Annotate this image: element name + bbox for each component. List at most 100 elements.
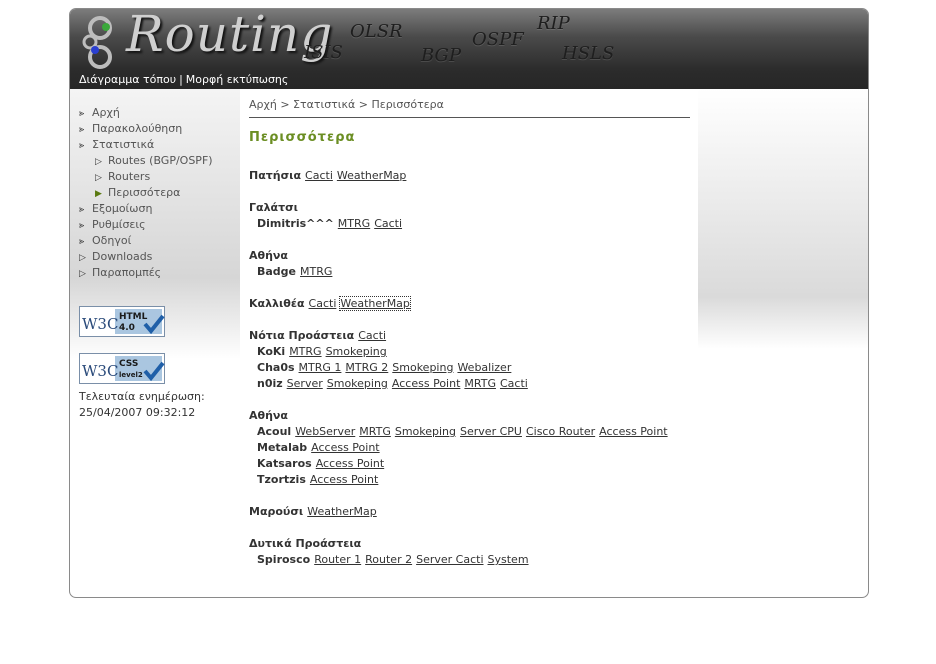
site-row: Καλλιθέα Cacti WeatherMap <box>249 296 411 311</box>
sidebar-item-settings[interactable]: ⪢ Ρυθμίσεις <box>79 218 146 231</box>
w3c-mark: W3C <box>82 315 118 333</box>
site-row: Tzortzis Access Point <box>257 473 379 486</box>
protocol-label: ISIS <box>304 42 343 63</box>
protocol-label: HSLS <box>562 43 615 64</box>
site-link[interactable]: Smokeping <box>392 361 453 374</box>
site-row: Γαλάτσι <box>249 201 298 214</box>
site-link[interactable]: MTRG <box>338 217 370 230</box>
breadcrumb-divider <box>249 117 690 118</box>
site-link[interactable]: Router 1 <box>314 553 361 566</box>
site-link[interactable]: Router 2 <box>365 553 412 566</box>
site-row: Μαρούσι WeatherMap <box>249 505 377 518</box>
double-chevron-right-icon: ⪢ <box>79 125 85 135</box>
w3c-css-badge[interactable]: W3C CSS level2 <box>79 353 165 384</box>
last-updated-label: Τελευταία ενημέρωση: <box>79 390 205 403</box>
site-row: Metalab Access Point <box>257 441 380 454</box>
chevron-right-icon: ▷ <box>95 173 102 183</box>
site-link[interactable]: Access Point <box>316 457 384 470</box>
chevron-right-icon: ▶ <box>95 189 102 199</box>
badge-title: HTML <box>119 312 148 322</box>
breadcrumb: Αρχή > Στατιστικά > Περισσότερα <box>249 98 444 111</box>
site-link[interactable]: Cacti <box>305 169 333 182</box>
sidebar-item-references[interactable]: ▷ Παραπομπές <box>79 266 161 279</box>
site-row: KoKi MTRG Smokeping <box>257 345 387 358</box>
sidebar-item-statistics[interactable]: ⪢ Στατιστικά <box>79 138 154 151</box>
site-link[interactable]: MRTG <box>464 377 496 390</box>
last-updated: Τελευταία ενημέρωση: 25/04/2007 09:32:12 <box>79 389 205 421</box>
site-link[interactable]: Server <box>287 377 323 390</box>
w3c-html-badge[interactable]: W3C HTML 4.0 <box>79 306 165 337</box>
w3c-mark: W3C <box>82 362 118 380</box>
site-link[interactable]: System <box>488 553 529 566</box>
sidebar-subitem-routes[interactable]: ▷ Routes (BGP/OSPF) <box>95 154 213 167</box>
protocol-label: OSPF <box>472 29 524 50</box>
site-link[interactable]: Cacti <box>500 377 528 390</box>
site-link[interactable]: Cacti <box>358 329 386 342</box>
page-title: Περισσότερα <box>249 130 356 145</box>
site-link[interactable]: Access Point <box>392 377 460 390</box>
badge-title: CSS <box>119 359 138 369</box>
site-link[interactable]: Smokeping <box>326 345 387 358</box>
sidebar-item-home[interactable]: ⪢ Αρχή <box>79 106 120 119</box>
double-chevron-right-icon: ⪢ <box>79 205 85 215</box>
site-link[interactable]: WeatherMap <box>307 505 377 518</box>
sidebar-item-monitoring[interactable]: ⪢ Παρακολούθηση <box>79 122 182 135</box>
site-link[interactable]: MTRG 1 <box>299 361 342 374</box>
site-row: Αθήνα <box>249 409 288 422</box>
double-chevron-right-icon: ⪢ <box>79 237 85 247</box>
site-link[interactable]: Access Point <box>311 441 379 454</box>
site-link[interactable]: Smokeping <box>395 425 456 438</box>
site-link[interactable]: Webalizer <box>457 361 511 374</box>
logo-title: Routing <box>126 8 334 63</box>
double-chevron-right-icon: ⪢ <box>79 221 85 231</box>
sidebar-item-guides[interactable]: ⪢ Οδηγοί <box>79 234 131 247</box>
chevron-right-icon: ▷ <box>79 253 86 263</box>
sitemap-link[interactable]: Διάγραμμα τόπου <box>79 73 176 86</box>
print-link[interactable]: Μορφή εκτύπωσης <box>186 73 289 86</box>
site-link[interactable]: Cisco Router <box>526 425 595 438</box>
sidebar-item-simulation[interactable]: ⪢ Εξομοίωση <box>79 202 152 215</box>
top-nav: Διάγραμμα τόπου | Μορφή εκτύπωσης <box>79 73 288 86</box>
site-row: Acoul WebServer MRTG Smokeping Server CPU Cis… <box>257 425 668 438</box>
protocol-label: BGP <box>421 45 462 66</box>
routing-logo-icon <box>82 16 112 69</box>
chevron-right-icon: ▷ <box>95 157 102 167</box>
right-gutter <box>698 89 868 349</box>
chevron-right-icon: ▷ <box>79 269 86 279</box>
site-row: Αθήνα <box>249 249 288 262</box>
site-link[interactable]: WebServer <box>295 425 355 438</box>
badge-version: level2 <box>119 371 143 379</box>
protocol-label: OLSR <box>350 21 403 42</box>
site-link[interactable]: Server CPU <box>460 425 522 438</box>
site-link[interactable]: Access Point <box>310 473 378 486</box>
site-link[interactable]: Cacti <box>309 297 337 310</box>
site-row: Dimitris^^^ MTRG Cacti <box>257 217 403 230</box>
sidebar-subitem-more[interactable]: ▶ Περισσότερα <box>95 186 180 199</box>
page-frame: Routing OLSR RIP ISIS BGP OSPF HSLS Διάγ… <box>69 8 869 598</box>
protocol-label: RIP <box>537 13 570 34</box>
site-link[interactable]: WeatherMap <box>337 169 407 182</box>
site-link[interactable]: MTRG <box>289 345 321 358</box>
site-link[interactable]: MTRG <box>300 265 332 278</box>
site-link[interactable]: Cacti <box>374 217 402 230</box>
double-chevron-right-icon: ⪢ <box>79 109 85 119</box>
site-link[interactable]: Smokeping <box>327 377 388 390</box>
header: Routing OLSR RIP ISIS BGP OSPF HSLS Διάγ… <box>70 9 868 89</box>
sidebar-item-downloads[interactable]: ▷ Downloads <box>79 250 152 263</box>
topnav-separator: | <box>179 73 183 86</box>
site-link[interactable]: Server Cacti <box>416 553 483 566</box>
badge-version: 4.0 <box>119 323 135 333</box>
site-row: Πατήσια Cacti WeatherMap <box>249 169 407 182</box>
site-link[interactable]: Access Point <box>599 425 667 438</box>
site-row: Spirosco Router 1 Router 2 Server Cacti Syst… <box>257 553 529 566</box>
sidebar-subitem-routers[interactable]: ▷ Routers <box>95 170 150 183</box>
site-row: Badge MTRG <box>257 265 333 278</box>
site-row: n0iz Server Smokeping Access Point MRTG Cacti <box>257 377 528 390</box>
site-row: Cha0s MTRG 1 MTRG 2 Smokeping Webalizer <box>257 361 512 374</box>
last-updated-value: 25/04/2007 09:32:12 <box>79 406 196 419</box>
site-link[interactable]: MRTG <box>359 425 391 438</box>
site-link[interactable]: MTRG 2 <box>345 361 388 374</box>
site-link[interactable]: WeatherMap <box>339 296 411 311</box>
site-row: Δυτικά Προάστεια <box>249 537 362 550</box>
site-row: Νότια Προάστεια Cacti <box>249 329 387 342</box>
